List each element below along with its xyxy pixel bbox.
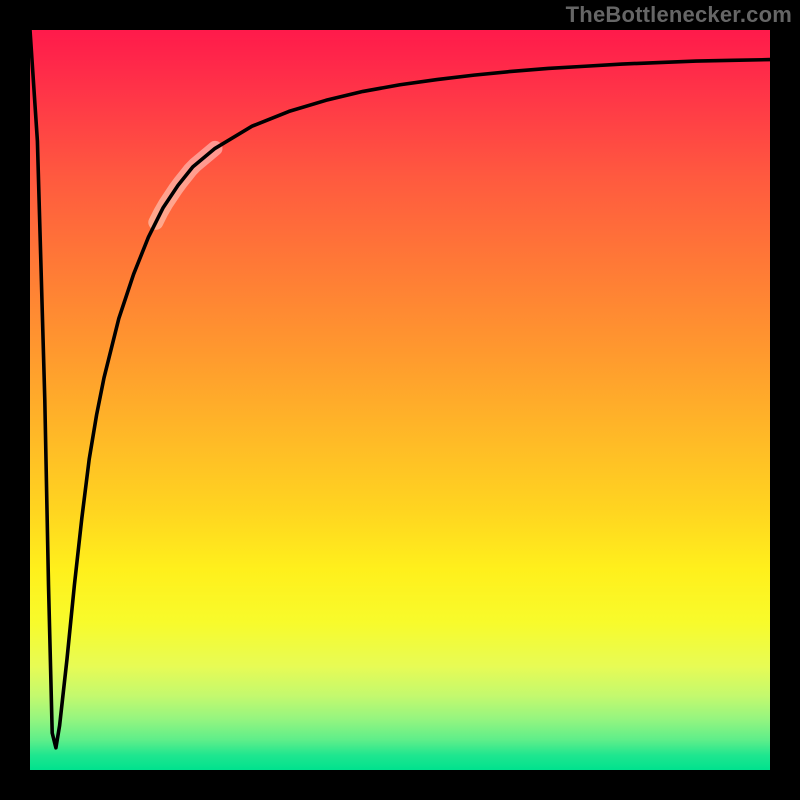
curve-highlight-segment [156, 148, 215, 222]
bottleneck-curve [30, 30, 770, 748]
watermark-text: TheBottlenecker.com [566, 2, 792, 28]
chart-frame: TheBottlenecker.com [0, 0, 800, 800]
plot-area [30, 30, 770, 770]
curve-svg [30, 30, 770, 770]
